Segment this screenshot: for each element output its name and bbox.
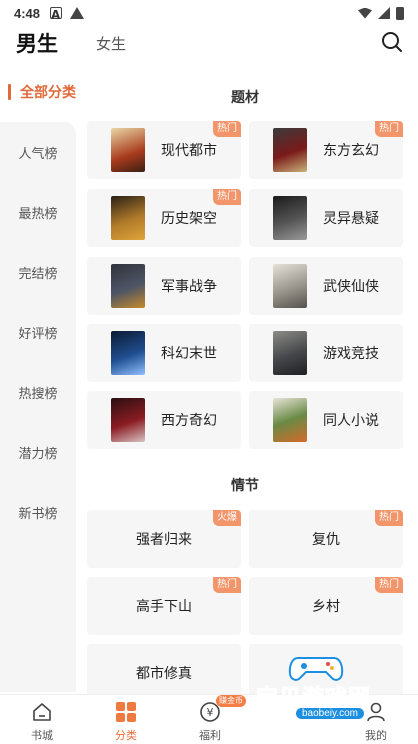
nav-bookstore[interactable]: 书城 [0,695,84,744]
book-cover [273,398,307,442]
category-name: 同人小说 [323,413,379,429]
book-cover [111,264,145,308]
category-card[interactable]: 军事战争 [87,257,241,315]
category-name: 现代都市 [161,143,217,159]
sidebar-item-hottest[interactable]: 最热榜 [0,192,76,232]
plot-card[interactable]: 高手下山 热门 [87,577,241,635]
category-icon [116,702,136,722]
sidebar-item-top-rated[interactable]: 好评榜 [0,312,76,352]
category-card[interactable]: 历史架空 热门 [87,189,241,247]
category-name: 军事战争 [161,279,217,295]
active-indicator [8,84,11,100]
category-card[interactable]: 灵异悬疑 [249,189,403,247]
category-card[interactable]: 游戏竞技 [249,324,403,382]
warning-icon [70,7,85,19]
sidebar-item-label: 全部分类 [20,85,76,101]
category-name: 武侠仙侠 [323,279,379,295]
category-card[interactable]: 武侠仙侠 [249,257,403,315]
watermark: 宝贝游戏网 baobeiy.com [240,652,390,724]
category-name: 东方玄幻 [323,143,379,159]
category-name: 西方奇幻 [161,413,217,429]
sidebar: 人气榜 最热榜 完结榜 好评榜 热搜榜 潜力榜 新书榜 [0,122,76,692]
search-button[interactable] [380,30,404,54]
header: 男生 女生 [0,26,418,62]
sidebar-item-trending-search[interactable]: 热搜榜 [0,372,76,412]
plot-card[interactable]: 复仇 热门 [249,510,403,568]
nav-label: 分类 [115,729,137,742]
sidebar-item-popular[interactable]: 人气榜 [0,132,76,172]
nav-label: 我的 [365,729,387,742]
wifi-icon [358,7,372,19]
book-cover [111,331,145,375]
category-name: 游戏竞技 [323,346,379,362]
plot-card[interactable]: 强者归来 火爆 [87,510,241,568]
a-box-icon: A [50,7,63,22]
hot-badge: 热门 [375,577,403,593]
nav-category[interactable]: 分类 [84,695,168,744]
sidebar-item-all-categories[interactable]: 全部分类 [8,82,76,102]
signal-icon [378,7,390,19]
home-icon [33,703,51,721]
hot-badge: 热门 [213,577,241,593]
category-card[interactable]: 东方玄幻 热门 [249,121,403,179]
book-cover [273,196,307,240]
book-cover [273,331,307,375]
category-name: 历史架空 [161,211,217,227]
section-title-plot: 情节 [231,478,259,494]
plot-card[interactable]: 乡村 热门 [249,577,403,635]
sidebar-item-potential[interactable]: 潜力榜 [0,432,76,472]
book-cover [111,128,145,172]
book-cover [111,398,145,442]
nav-label: 福利 [199,729,221,742]
category-card[interactable]: 西方奇幻 [87,391,241,449]
hot-badge: 热门 [375,121,403,137]
section-title-theme: 题材 [231,90,259,106]
hot-badge: 热门 [213,121,241,137]
battery-icon [396,6,404,20]
book-cover [273,128,307,172]
category-name: 灵异悬疑 [323,211,379,227]
category-card[interactable]: 现代都市 热门 [87,121,241,179]
svg-text:¥: ¥ [207,706,214,719]
hot-badge: 热门 [375,510,403,526]
sidebar-item-completed[interactable]: 完结榜 [0,252,76,292]
category-card[interactable]: 同人小说 [249,391,403,449]
sidebar-item-new-books[interactable]: 新书榜 [0,492,76,532]
hot-badge: 热门 [213,189,241,205]
category-card[interactable]: 科幻末世 [87,324,241,382]
nav-label: 书城 [31,729,53,742]
status-bar: 4:48 A [0,0,418,26]
tab-female[interactable]: 女生 [96,33,126,54]
status-time: 4:48 [14,5,41,21]
search-icon [382,32,402,52]
book-cover [273,264,307,308]
book-cover [111,196,145,240]
fire-badge: 火爆 [213,510,241,526]
watermark-url: baobeiy.com [296,708,364,719]
category-name: 科幻末世 [161,346,217,362]
tab-male[interactable]: 男生 [16,28,58,58]
